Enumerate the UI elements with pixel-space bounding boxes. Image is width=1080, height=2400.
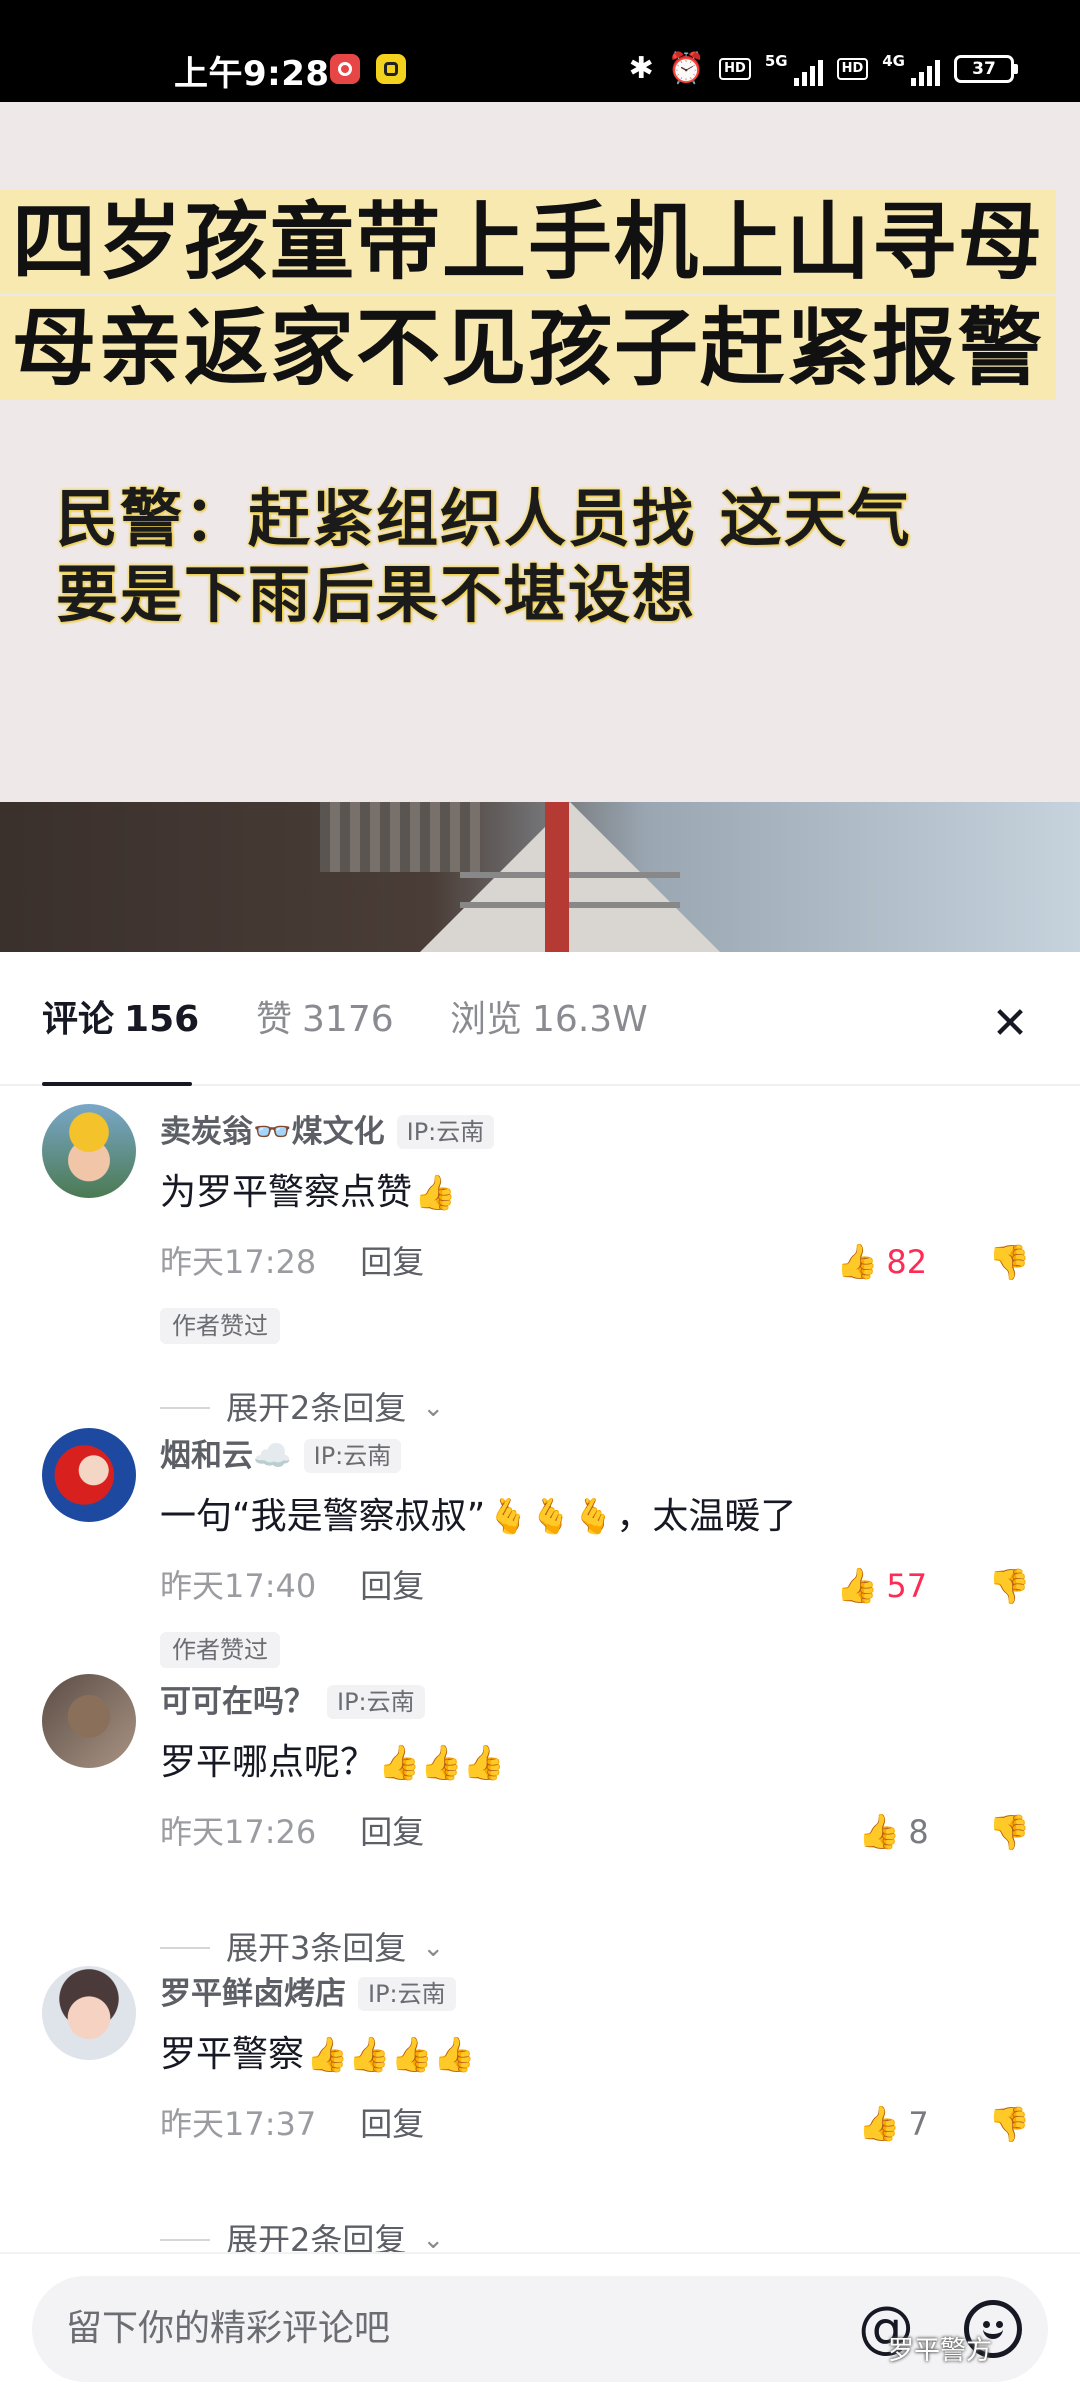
- comment-text: 为罗平警察点赞 👍: [160, 1172, 457, 1213]
- hd-badge: HD: [719, 58, 751, 80]
- like-count: 82: [886, 1243, 928, 1281]
- thumbs-up-outline-icon: 👍: [858, 1812, 901, 1852]
- expand-replies-button[interactable]: 展开3条回复 ⌄: [160, 1926, 444, 1970]
- signal-bars-icon: [793, 60, 823, 86]
- comment-time: 昨天17:26: [160, 1813, 317, 1851]
- thumbs-down-icon[interactable]: 👍: [988, 1562, 1030, 1610]
- comment-time: 昨天17:40: [160, 1567, 317, 1605]
- comment-item: 卖炭翁👓煤文化 IP:云南 为罗平警察点赞 👍 昨天17:28 回复 👍 82 …: [0, 1104, 1080, 1344]
- like-button[interactable]: 👍 82: [836, 1240, 927, 1284]
- thumbs-down-icon[interactable]: 👍: [988, 1238, 1030, 1286]
- like-count: 8: [908, 1813, 929, 1851]
- comment-time: 昨天17:37: [160, 2105, 317, 2143]
- status-bar: 上午9:28 ✱ ⏰ HD 5G HD 4G 37: [0, 0, 1080, 102]
- reply-button[interactable]: 回复: [360, 1240, 424, 1284]
- signal-4g: 4G: [882, 52, 940, 86]
- tab-views[interactable]: 浏览 16.3W: [450, 998, 648, 1042]
- finger-heart-emoji: 🫰🫰🫰: [487, 1497, 615, 1537]
- reply-button[interactable]: 回复: [360, 2102, 424, 2146]
- author-liked-badge: 作者赞过: [160, 1308, 280, 1344]
- music-app-icon: [330, 54, 360, 84]
- avatar[interactable]: [42, 1674, 136, 1768]
- like-button[interactable]: 👍 8: [858, 1810, 929, 1854]
- status-indicators: ✱ ⏰ HD 5G HD 4G 37: [629, 52, 1018, 86]
- ip-location-tag: IP:云南: [327, 1685, 425, 1719]
- comment-time: 昨天17:28: [160, 1243, 317, 1281]
- comment-text: 罗平哪点呢？ 👍👍👍: [160, 1742, 506, 1783]
- comment-input-placeholder: 留下你的精彩评论吧: [66, 2308, 391, 2349]
- ip-location-tag: IP:云南: [396, 1115, 495, 1149]
- video-subtitle-line-2: 要是下雨后果不堪设想: [56, 558, 697, 631]
- like-count: 7: [908, 2105, 929, 2143]
- reply-button[interactable]: 回复: [360, 1810, 424, 1854]
- comment-author[interactable]: 可可在吗？: [160, 1682, 315, 1722]
- battery-icon: 37: [954, 55, 1018, 83]
- avatar[interactable]: [42, 1966, 136, 2060]
- comment-input-bar: 留下你的精彩评论吧 @ 罗平警方: [0, 2252, 1080, 2400]
- thumbs-up-filled-icon: 👍: [836, 1242, 879, 1282]
- hd-badge-2: HD: [836, 58, 869, 80]
- avatar[interactable]: [42, 1428, 136, 1522]
- like-count: 57: [886, 1567, 928, 1605]
- video-player[interactable]: 四岁孩童带上手机上山寻母 母亲返家不见孩子赶紧报警 民警：赶紧组织人员找 这天气…: [0, 102, 1080, 952]
- chevron-down-icon: ⌄: [422, 1933, 445, 1963]
- comment-item: 罗平鲜卤烤店 IP:云南 罗平警察 👍👍👍👍 昨天17:37 回复 👍 7 👍: [0, 1966, 1080, 2166]
- comment-tabs: 评论 156 赞 3176 浏览 16.3W ✕: [0, 952, 1080, 1086]
- comment-input[interactable]: 留下你的精彩评论吧 @: [32, 2276, 1048, 2382]
- comment-text: 一句“我是警察叔叔” 🫰🫰🫰 ，太温暖了: [160, 1496, 797, 1537]
- like-button[interactable]: 👍 7: [858, 2102, 929, 2146]
- thumbs-up-emoji: 👍👍👍👍: [306, 2035, 476, 2075]
- tab-comments[interactable]: 评论 156: [42, 998, 199, 1042]
- notification-app-icon: [376, 54, 406, 84]
- like-button[interactable]: 👍 57: [836, 1564, 927, 1608]
- thumbs-up-outline-icon: 👍: [858, 2104, 901, 2144]
- reply-button[interactable]: 回复: [360, 1564, 424, 1608]
- comment-author[interactable]: 卖炭翁👓煤文化: [160, 1112, 385, 1152]
- video-subtitle-line-1: 民警：赶紧组织人员找 这天气: [56, 482, 912, 555]
- video-scene: [0, 802, 1080, 952]
- thumbs-up-filled-icon: 👍: [836, 1566, 879, 1606]
- chevron-down-icon: ⌄: [422, 1393, 445, 1423]
- status-time: 上午9:28: [174, 54, 330, 94]
- author-liked-badge: 作者赞过: [160, 1632, 280, 1668]
- comment-item: 烟和云☁️ IP:云南 一句“我是警察叔叔” 🫰🫰🫰 ，太温暖了 昨天17:40…: [0, 1428, 1080, 1668]
- tab-likes[interactable]: 赞 3176: [256, 998, 394, 1042]
- comment-author[interactable]: 烟和云☁️: [160, 1436, 292, 1476]
- bluetooth-icon: ✱: [628, 51, 654, 86]
- ip-location-tag: IP:云南: [303, 1439, 402, 1473]
- alarm-icon: ⏰: [667, 51, 706, 86]
- watermark: 罗平警方: [888, 2336, 993, 2366]
- avatar[interactable]: [42, 1104, 136, 1198]
- comments-sheet: 评论 156 赞 3176 浏览 16.3W ✕ 卖炭翁👓煤文化 IP:云南 为罗平警…: [0, 952, 1080, 2400]
- ip-location-tag: IP:云南: [358, 1977, 456, 2011]
- signal-bars-icon: [911, 60, 940, 86]
- thumbs-down-icon[interactable]: 👍: [988, 2100, 1030, 2148]
- active-tab-indicator: [42, 1082, 192, 1086]
- comment-item: 可可在吗？ IP:云南 罗平哪点呢？ 👍👍👍 昨天17:26 回复 👍 8 👍: [0, 1674, 1080, 1874]
- thumbs-up-emoji: 👍: [414, 1173, 457, 1213]
- expand-replies-button[interactable]: 展开2条回复 ⌄: [160, 1386, 444, 1430]
- thumbs-down-icon[interactable]: 👍: [988, 1808, 1030, 1856]
- status-app-icons: [330, 54, 406, 84]
- battery-level: 37: [954, 55, 1014, 83]
- thumbs-up-emoji: 👍👍👍: [378, 1743, 506, 1783]
- video-title-line-2: 母亲返家不见孩子赶紧报警: [0, 296, 1057, 400]
- signal-5g: 5G: [765, 52, 823, 86]
- close-icon[interactable]: ✕: [980, 994, 1040, 1054]
- video-title-line-1: 四岁孩童带上手机上山寻母: [0, 190, 1057, 294]
- comment-text: 罗平警察 👍👍👍👍: [160, 2034, 476, 2075]
- comment-author[interactable]: 罗平鲜卤烤店: [160, 1974, 346, 2014]
